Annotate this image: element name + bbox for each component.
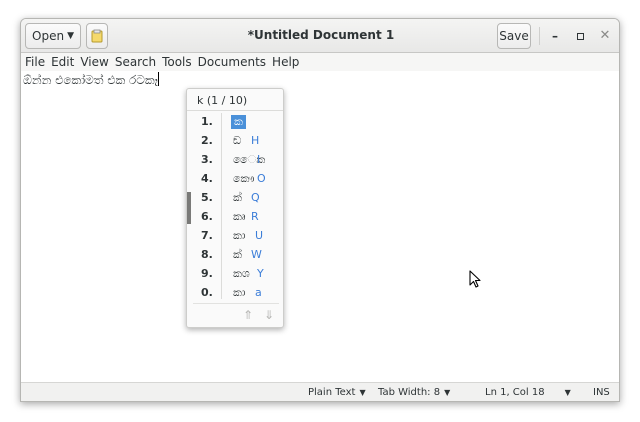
candidate-item[interactable]: 6. කෘ R (187, 208, 283, 227)
candidate-item[interactable]: 1. ක (187, 113, 283, 132)
menu-search[interactable]: Search (115, 55, 156, 69)
language-selector[interactable]: Plain Text ▼ (308, 387, 366, 398)
candidate-number: 1. (201, 115, 213, 128)
candidate-header: k (1 / 10) (197, 94, 248, 107)
menu-edit[interactable]: Edit (51, 55, 74, 69)
candidate-number: 6. (201, 210, 213, 223)
status-bar: Plain Text ▼ Tab Width: 8 ▼ Ln 1, Col 18 ▼ … (21, 382, 619, 401)
candidate-item[interactable]: 3. ෛක I (187, 151, 283, 170)
candidate-glyph: කශ (233, 267, 250, 280)
candidate-item[interactable]: 2. ඞ H (187, 132, 283, 151)
candidate-key: I (257, 153, 261, 166)
menu-documents[interactable]: Documents (198, 55, 266, 69)
candidate-key: R (251, 210, 259, 223)
insert-mode-indicator: INS (593, 387, 610, 398)
menu-tools[interactable]: Tools (162, 55, 192, 69)
menu-view[interactable]: View (80, 55, 108, 69)
chevron-down-icon: ▼ (67, 31, 74, 41)
ime-candidate-popup: k (1 / 10) 1. ක 2. ඞ H 3. ෛක I 4. කෞ O 5… (186, 88, 284, 328)
minimize-button[interactable]: – (547, 28, 563, 44)
chevron-down-icon: ▼ (564, 388, 571, 397)
candidate-key: U (255, 229, 264, 242)
candidate-number: 9. (201, 267, 213, 280)
candidate-glyph: ක් (233, 191, 242, 204)
close-button[interactable]: ✕ (597, 28, 613, 44)
candidate-key: a (255, 286, 262, 299)
candidate-glyph: කා (233, 229, 246, 242)
menu-bar: File Edit View Search Tools Documents He… (21, 53, 619, 71)
candidate-number: 8. (201, 248, 213, 261)
headerbar-separator (539, 27, 540, 45)
cursor-position-selector[interactable]: Ln 1, Col 18 ▼ (485, 387, 571, 398)
recent-documents-button[interactable] (86, 23, 108, 49)
menu-file[interactable]: File (25, 55, 45, 69)
committed-text: ඕන්න එකෝමත් එක රටක (23, 73, 159, 87)
candidate-item[interactable]: 5. ක් Q (187, 189, 283, 208)
candidate-glyph: ඞ (233, 134, 242, 147)
save-button[interactable]: Save (497, 23, 531, 49)
window-title: *Untitled Document 1 (247, 28, 395, 42)
gedit-window: Open ▼ *Untitled Document 1 Save – ✕ Fil… (20, 18, 620, 402)
candidate-number: 7. (201, 229, 213, 242)
candidate-item[interactable]: 7. කා U (187, 227, 283, 246)
candidate-number: 0. (201, 286, 213, 299)
chevron-down-icon: ▼ (359, 388, 366, 397)
menu-help[interactable]: Help (272, 55, 299, 69)
candidate-number: 3. (201, 153, 213, 166)
candidate-key: W (251, 248, 262, 261)
tab-width-label: Tab Width: 8 (378, 387, 441, 398)
candidate-item[interactable]: 0. කා a (187, 284, 283, 303)
header-bar: Open ▼ *Untitled Document 1 Save – ✕ (21, 19, 619, 53)
editor-text-line: ඕන්න එකෝමත් එක රටකෑ (23, 72, 160, 88)
language-label: Plain Text (308, 387, 356, 398)
candidate-glyph: කා (233, 286, 246, 299)
open-button[interactable]: Open ▼ (25, 23, 81, 49)
mouse-pointer-icon (469, 270, 481, 288)
candidate-number: 5. (201, 191, 213, 204)
cursor-position-label: Ln 1, Col 18 (485, 387, 545, 398)
maximize-icon (576, 33, 584, 40)
candidate-key: Y (257, 267, 264, 280)
candidate-glyph: ක් (233, 248, 242, 261)
text-cursor (158, 72, 160, 86)
previous-page-icon[interactable]: ⇑ (243, 308, 253, 322)
candidate-nav-divider (193, 303, 279, 304)
candidate-number: 2. (201, 134, 213, 147)
candidate-key: H (251, 134, 260, 147)
candidate-glyph: ක (231, 115, 246, 129)
recent-documents-icon (91, 29, 103, 43)
candidate-item[interactable]: 4. කෞ O (187, 170, 283, 189)
candidate-glyph: කෘ (233, 210, 246, 223)
candidate-key: Q (251, 191, 260, 204)
next-page-icon[interactable]: ⇓ (264, 308, 274, 322)
candidate-item[interactable]: 9. කශ Y (187, 265, 283, 284)
text-editor-area[interactable]: ඕන්න එකෝමත් එක රටකෑ (21, 71, 619, 382)
candidate-item[interactable]: 8. ක් W (187, 246, 283, 265)
candidate-header-divider (187, 110, 283, 111)
chevron-down-icon: ▼ (444, 388, 451, 397)
candidate-key: O (257, 172, 266, 185)
candidate-glyph: ෛක (233, 153, 266, 166)
open-button-label: Open (32, 29, 65, 43)
candidate-glyph: කෞ (233, 172, 255, 185)
candidate-number: 4. (201, 172, 213, 185)
maximize-button[interactable] (572, 28, 588, 44)
tab-width-selector[interactable]: Tab Width: 8 ▼ (378, 387, 450, 398)
